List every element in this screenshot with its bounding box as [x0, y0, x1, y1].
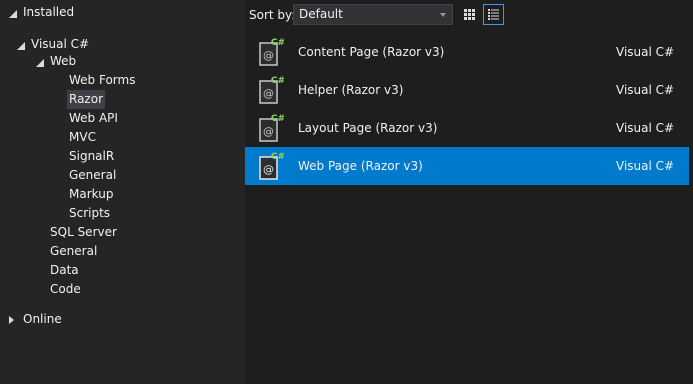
- tree-node-label: Code: [50, 282, 81, 296]
- template-name: Web Page (Razor v3): [298, 159, 423, 173]
- tree-node-label: Scripts: [69, 206, 111, 220]
- template-name: Helper (Razor v3): [298, 83, 404, 97]
- template-name: Content Page (Razor v3): [298, 45, 445, 59]
- tree-node-code[interactable]: Code: [0, 280, 245, 299]
- svg-text:C#: C#: [271, 114, 284, 124]
- svg-text:C#: C#: [271, 152, 284, 162]
- collapse-arrow-icon[interactable]: [8, 3, 18, 22]
- template-language: Visual C#: [616, 159, 675, 173]
- collapse-arrow-icon[interactable]: [35, 52, 45, 71]
- template-language: Visual C#: [616, 121, 675, 135]
- template-row-helper[interactable]: @ C# Helper (Razor v3) Visual C#: [245, 71, 689, 109]
- template-row-content-page[interactable]: @ C# Content Page (Razor v3) Visual C#: [245, 33, 689, 71]
- tree-node-web-forms[interactable]: Web Forms: [0, 71, 245, 90]
- grid-view-button[interactable]: [459, 4, 480, 25]
- tree-node-general[interactable]: General: [0, 242, 245, 261]
- svg-text:@: @: [263, 49, 274, 62]
- template-row-layout-page[interactable]: @ C# Layout Page (Razor v3) Visual C#: [245, 109, 689, 147]
- expand-arrow-icon[interactable]: [6, 310, 16, 329]
- tree-node-label: Web: [50, 54, 77, 68]
- svg-text:C#: C#: [271, 76, 284, 86]
- tree-node-label: General: [69, 168, 117, 182]
- template-list-panel: Sort by: Default @ C# Content Page (Razo…: [245, 0, 693, 384]
- sort-dropdown-value: Default: [299, 7, 343, 21]
- tree-node-label: SQL Server: [50, 225, 117, 239]
- tree-node-signalr[interactable]: SignalR: [0, 147, 245, 166]
- template-language: Visual C#: [616, 83, 675, 97]
- csharp-razor-file-icon: @ C#: [259, 114, 284, 142]
- tree-node-label: SignalR: [69, 149, 115, 163]
- tree-node-label: Installed: [23, 5, 75, 19]
- csharp-razor-file-icon: @ C#: [259, 76, 284, 104]
- template-name: Layout Page (Razor v3): [298, 121, 438, 135]
- tree-node-web-api[interactable]: Web API: [0, 109, 245, 128]
- tree-node-label: Data: [50, 263, 79, 277]
- tree-node-general-web[interactable]: General: [0, 166, 245, 185]
- tree-node-label: MVC: [69, 130, 96, 144]
- csharp-razor-file-icon: @ C#: [259, 38, 284, 66]
- svg-text:@: @: [263, 87, 274, 100]
- svg-text:C#: C#: [271, 38, 284, 48]
- template-row-web-page[interactable]: @ C# Web Page (Razor v3) Visual C#: [245, 147, 689, 185]
- tree-node-sql-server[interactable]: SQL Server: [0, 223, 245, 242]
- chevron-down-icon: [440, 13, 446, 17]
- grid-view-icon: [464, 9, 475, 20]
- svg-text:@: @: [263, 125, 274, 138]
- sort-by-label: Sort by:: [249, 8, 296, 22]
- sort-dropdown[interactable]: Default: [293, 4, 453, 25]
- tree-node-scripts[interactable]: Scripts: [0, 204, 245, 223]
- list-view-icon: [488, 9, 499, 20]
- csharp-razor-file-icon: @ C#: [259, 152, 284, 180]
- tree-node-label: Web Forms: [69, 73, 136, 87]
- tree-node-mvc[interactable]: MVC: [0, 128, 245, 147]
- tree-node-label: Razor: [67, 90, 106, 109]
- svg-text:@: @: [263, 163, 274, 176]
- tree-node-web[interactable]: Web: [0, 52, 245, 71]
- tree-node-label: Web API: [69, 111, 118, 125]
- tree-node-markup[interactable]: Markup: [0, 185, 245, 204]
- tree-node-razor[interactable]: Razor: [0, 90, 245, 109]
- tree-node-label: Online: [23, 312, 62, 326]
- tree-node-online[interactable]: Online: [0, 310, 245, 329]
- list-view-button[interactable]: [483, 4, 504, 25]
- template-tree-panel: Installed Visual C# Web Web Forms Razor …: [0, 0, 245, 384]
- tree-node-label: General: [50, 244, 98, 258]
- tree-node-installed[interactable]: Installed: [0, 3, 245, 22]
- sort-toolbar: Sort by: Default: [245, 0, 693, 30]
- tree-node-data[interactable]: Data: [0, 261, 245, 280]
- tree-node-label: Markup: [69, 187, 114, 201]
- template-language: Visual C#: [616, 45, 675, 59]
